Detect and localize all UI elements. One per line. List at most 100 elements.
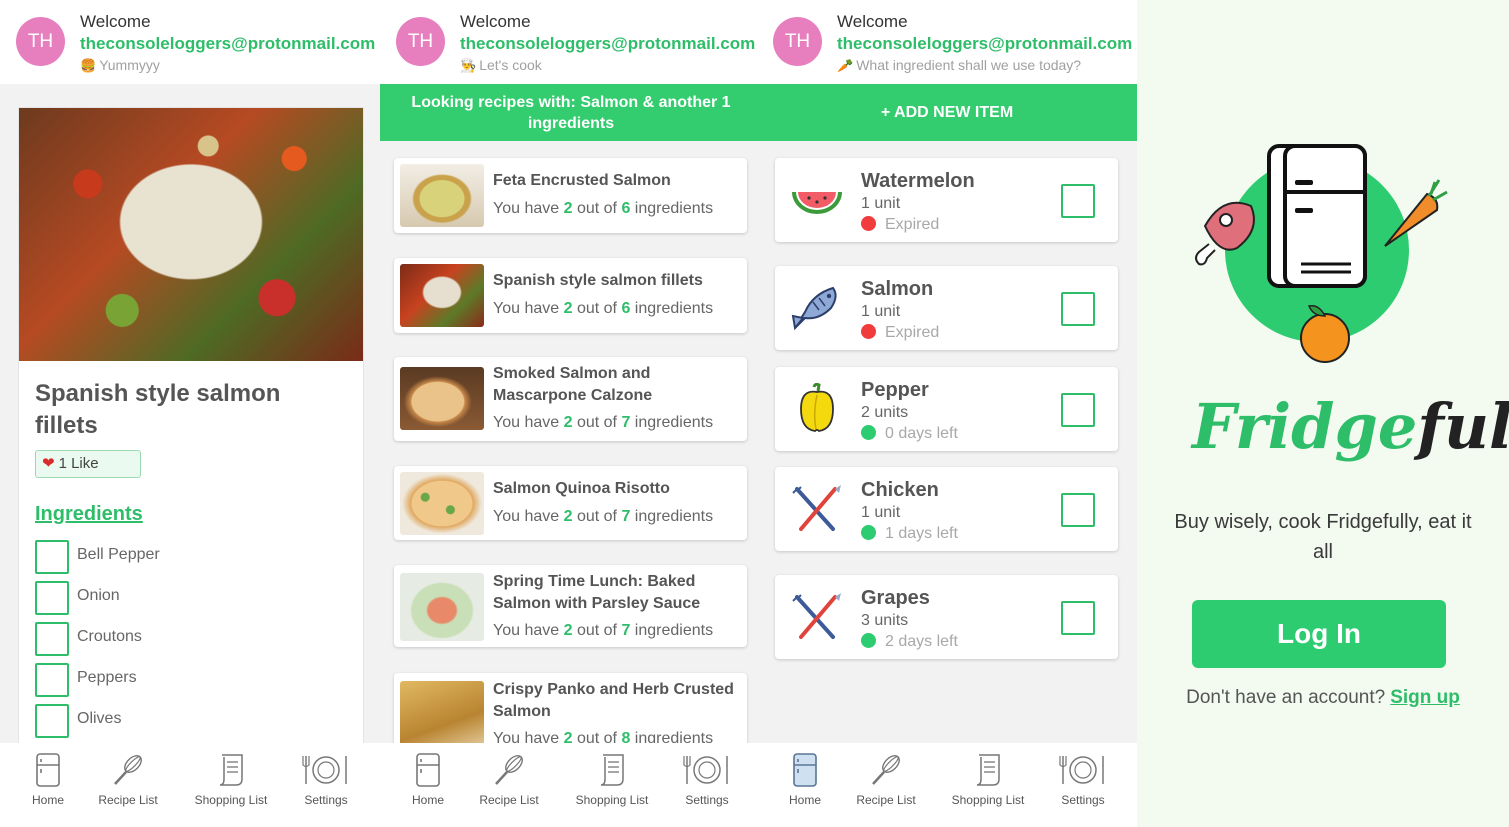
item-quantity: 2 units xyxy=(861,404,909,421)
nav-home[interactable]: Home xyxy=(388,753,468,807)
chef-icon: 👨‍🍳 xyxy=(460,58,477,73)
recipe-card[interactable]: Salmon Quinoa Risotto You have 2 out of … xyxy=(394,466,747,540)
recipe-thumbnail xyxy=(400,164,484,227)
nav-shopping-list[interactable]: Shopping List xyxy=(191,753,271,807)
recipe-card[interactable]: Feta Encrusted Salmon You have 2 out of … xyxy=(394,158,747,233)
ingredient-checkbox[interactable] xyxy=(35,622,69,656)
whisk-icon xyxy=(495,755,523,785)
recipe-name: Spring Time Lunch: Baked Salmon with Par… xyxy=(493,573,701,612)
welcome-label: Welcome xyxy=(80,12,151,31)
user-header: TH Welcome theconsoleloggers@protonmail.… xyxy=(380,0,757,84)
item-status: 1 days left xyxy=(861,525,958,543)
item-checkbox[interactable] xyxy=(1061,184,1095,218)
ingredient-checkbox[interactable] xyxy=(35,581,69,615)
fridge-icon xyxy=(416,753,440,787)
add-item-label: + ADD NEW ITEM xyxy=(880,104,1014,121)
add-item-button[interactable]: + ADD NEW ITEM xyxy=(757,84,1137,141)
fridge-screen: TH Welcome theconsoleloggers@protonmail.… xyxy=(757,0,1137,827)
nav-shopping-list-label: Shopping List xyxy=(194,793,268,807)
brand-logo-text: Fridgeful xyxy=(1192,390,1509,463)
recipe-name: Crispy Panko and Herb Crusted Salmon xyxy=(493,681,734,720)
nav-recipe-list-label: Recipe List xyxy=(856,793,916,807)
search-banner: Looking recipes with: Salmon & another 1… xyxy=(380,84,757,141)
recipe-title: Spanish style salmon fillets xyxy=(35,380,281,439)
item-checkbox[interactable] xyxy=(1061,292,1095,326)
ingredient-label: Onion xyxy=(77,587,120,604)
header-subtitle: 🍔 Yummyyy xyxy=(80,57,160,74)
item-checkbox[interactable] xyxy=(1061,393,1095,427)
carrot-icon: 🥕 xyxy=(837,58,854,73)
subtitle-text: Let's cook xyxy=(479,57,542,73)
avatar[interactable]: TH xyxy=(773,17,822,66)
avatar[interactable]: TH xyxy=(16,17,65,66)
recipe-name: Spanish style salmon fillets xyxy=(493,272,703,289)
nav-settings-label: Settings xyxy=(1061,793,1105,807)
nav-home-label: Home xyxy=(788,793,821,807)
nav-home-label: Home xyxy=(411,793,444,807)
recipe-thumbnail xyxy=(400,681,484,751)
nav-recipe-list-label: Recipe List xyxy=(479,793,539,807)
recipe-card[interactable]: Spring Time Lunch: Baked Salmon with Par… xyxy=(394,565,747,647)
nav-settings[interactable]: Settings xyxy=(1043,753,1123,807)
recipe-thumbnail xyxy=(400,573,484,641)
user-header: TH Welcome theconsoleloggers@protonmail.… xyxy=(0,0,380,84)
fridge-item[interactable]: Chicken 1 unit 1 days left xyxy=(775,467,1118,551)
nav-recipe-list[interactable]: Recipe List xyxy=(846,753,926,807)
recipe-card[interactable]: Smoked Salmon and Mascarpone Calzone You… xyxy=(394,357,747,441)
nav-home[interactable]: Home xyxy=(765,753,845,807)
dinner-plate-icon xyxy=(302,756,347,784)
like-count: 1 Like xyxy=(58,455,99,472)
ingredient-checkbox[interactable] xyxy=(35,704,69,738)
fridge-item[interactable]: Watermelon 1 unit Expired xyxy=(775,158,1118,242)
nav-home-label: Home xyxy=(31,793,64,807)
signup-prompt: Don't have an account? Sign up xyxy=(1137,687,1509,709)
bell-pepper-icon xyxy=(800,383,834,432)
nav-settings[interactable]: Settings xyxy=(286,753,366,807)
tagline: Buy wisely, cook Fridgefully, eat it all xyxy=(1174,511,1472,563)
fridge-item[interactable]: Pepper 2 units 0 days left xyxy=(775,367,1118,451)
nav-home[interactable]: Home xyxy=(8,753,88,807)
item-name: Chicken xyxy=(861,479,939,501)
item-name: Pepper xyxy=(861,379,929,401)
user-email: theconsoleloggers@protonmail.com xyxy=(460,34,756,53)
ingredient-label: Bell Pepper xyxy=(77,546,160,563)
ingredients-heading[interactable]: Ingredients xyxy=(35,503,143,526)
ingredient-label: Olives xyxy=(77,710,122,727)
item-name: Watermelon xyxy=(861,170,975,192)
whisk-icon xyxy=(114,755,142,785)
item-checkbox[interactable] xyxy=(1061,601,1095,635)
user-email: theconsoleloggers@protonmail.com xyxy=(80,34,376,53)
list-icon xyxy=(600,754,624,786)
recipe-card[interactable]: Spanish style salmon fillets You have 2 … xyxy=(394,258,747,333)
watermelon-icon xyxy=(792,192,842,214)
fridge-item[interactable]: Grapes 3 units 2 days left xyxy=(775,575,1118,659)
nav-shopping-list[interactable]: Shopping List xyxy=(948,753,1028,807)
nav-settings[interactable]: Settings xyxy=(667,753,747,807)
item-checkbox[interactable] xyxy=(1061,493,1095,527)
signup-link[interactable]: Sign up xyxy=(1390,687,1460,708)
item-status: Expired xyxy=(861,216,939,234)
recipe-photo xyxy=(19,108,363,361)
item-quantity: 1 unit xyxy=(861,195,901,212)
fridge-item[interactable]: Salmon 1 unit Expired xyxy=(775,266,1118,350)
dinner-plate-icon xyxy=(1059,756,1104,784)
list-icon xyxy=(976,754,1000,786)
status-dot xyxy=(861,525,876,540)
bottom-nav: Home Recipe List Shopping List Settings xyxy=(0,743,380,827)
ingredient-label: Croutons xyxy=(77,628,142,645)
item-quantity: 3 units xyxy=(861,612,909,629)
nav-recipe-list[interactable]: Recipe List xyxy=(88,753,168,807)
ingredient-checkbox[interactable] xyxy=(35,540,69,574)
subtitle-text: Yummyyy xyxy=(99,57,160,73)
like-button[interactable]: ❤ 1 Like xyxy=(35,450,141,478)
nav-shopping-list[interactable]: Shopping List xyxy=(572,753,652,807)
item-quantity: 1 unit xyxy=(861,303,901,320)
item-quantity: 1 unit xyxy=(861,504,901,521)
recipe-match: You have 2 out of 6 ingredients xyxy=(493,200,714,217)
nav-settings-label: Settings xyxy=(685,793,729,807)
nav-recipe-list[interactable]: Recipe List xyxy=(469,753,549,807)
user-email: theconsoleloggers@protonmail.com xyxy=(837,34,1133,53)
login-button[interactable]: Log In xyxy=(1192,600,1446,668)
avatar[interactable]: TH xyxy=(396,17,445,66)
ingredient-checkbox[interactable] xyxy=(35,663,69,697)
